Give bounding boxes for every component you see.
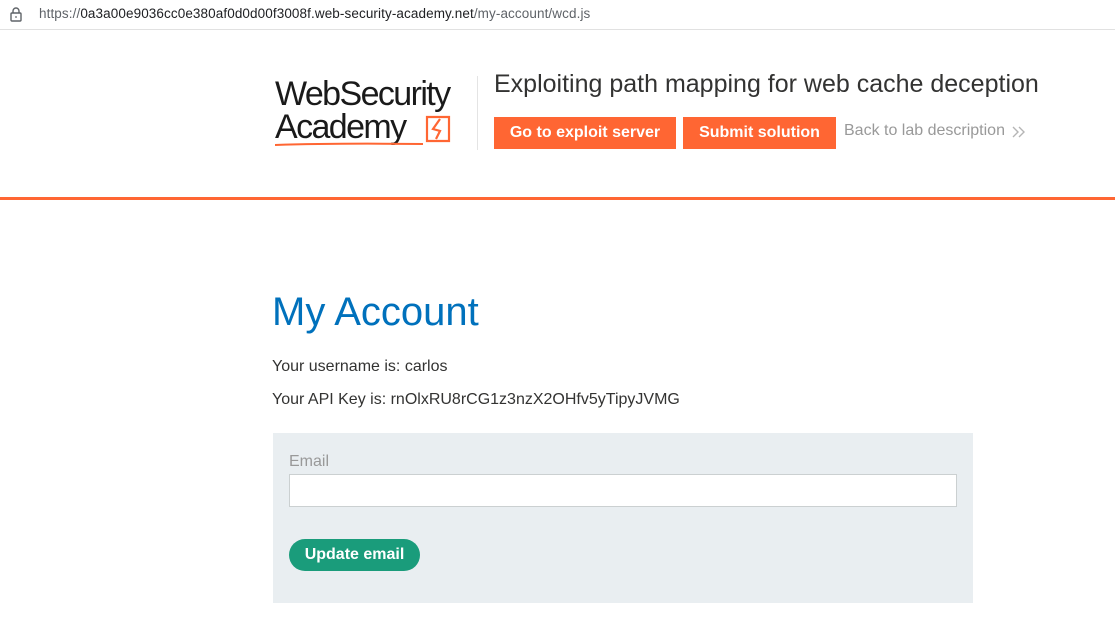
web-security-academy-logo[interactable]: WebSecurity Academy: [275, 77, 475, 149]
url-host: 0a3a00e9036cc0e380af0d0d00f3008f.web-sec…: [80, 6, 474, 21]
lock-icon[interactable]: [9, 6, 23, 22]
email-label: Email: [289, 453, 330, 470]
logo-underline-swoosh: [275, 142, 424, 146]
url-path: /my-account/wcd.js: [473, 6, 591, 21]
back-to-lab-description-link[interactable]: Back to lab description: [844, 122, 1005, 140]
header-divider: [477, 76, 478, 150]
email-input[interactable]: [289, 474, 957, 507]
header-accent-rule: [0, 197, 1115, 200]
lab-header: [0, 31, 1115, 197]
lab-title: Exploiting path mapping for web cache de…: [494, 70, 1039, 98]
username-line: Your username is: carlos: [272, 358, 448, 375]
api-key-line: Your API Key is: rnOlxRU8rCG1z3nzX2OHfv5…: [272, 391, 680, 408]
submit-solution-button[interactable]: Submit solution: [683, 117, 836, 149]
address-bar[interactable]: https://0a3a00e9036cc0e380af0d0d00f3008f…: [0, 0, 1115, 30]
update-email-button[interactable]: Update email: [289, 539, 420, 571]
double-chevron-right-icon[interactable]: [1012, 126, 1026, 138]
logo-text-line1: WebSecurity: [275, 75, 451, 113]
url-text[interactable]: https://0a3a00e9036cc0e380af0d0d00f3008f…: [39, 6, 590, 21]
logo-lightning-icon: [425, 115, 451, 143]
page-title: My Account: [272, 290, 479, 334]
change-email-form: Email Update email: [273, 433, 973, 603]
url-scheme: https://: [39, 6, 81, 21]
go-to-exploit-server-button[interactable]: Go to exploit server: [494, 117, 676, 149]
